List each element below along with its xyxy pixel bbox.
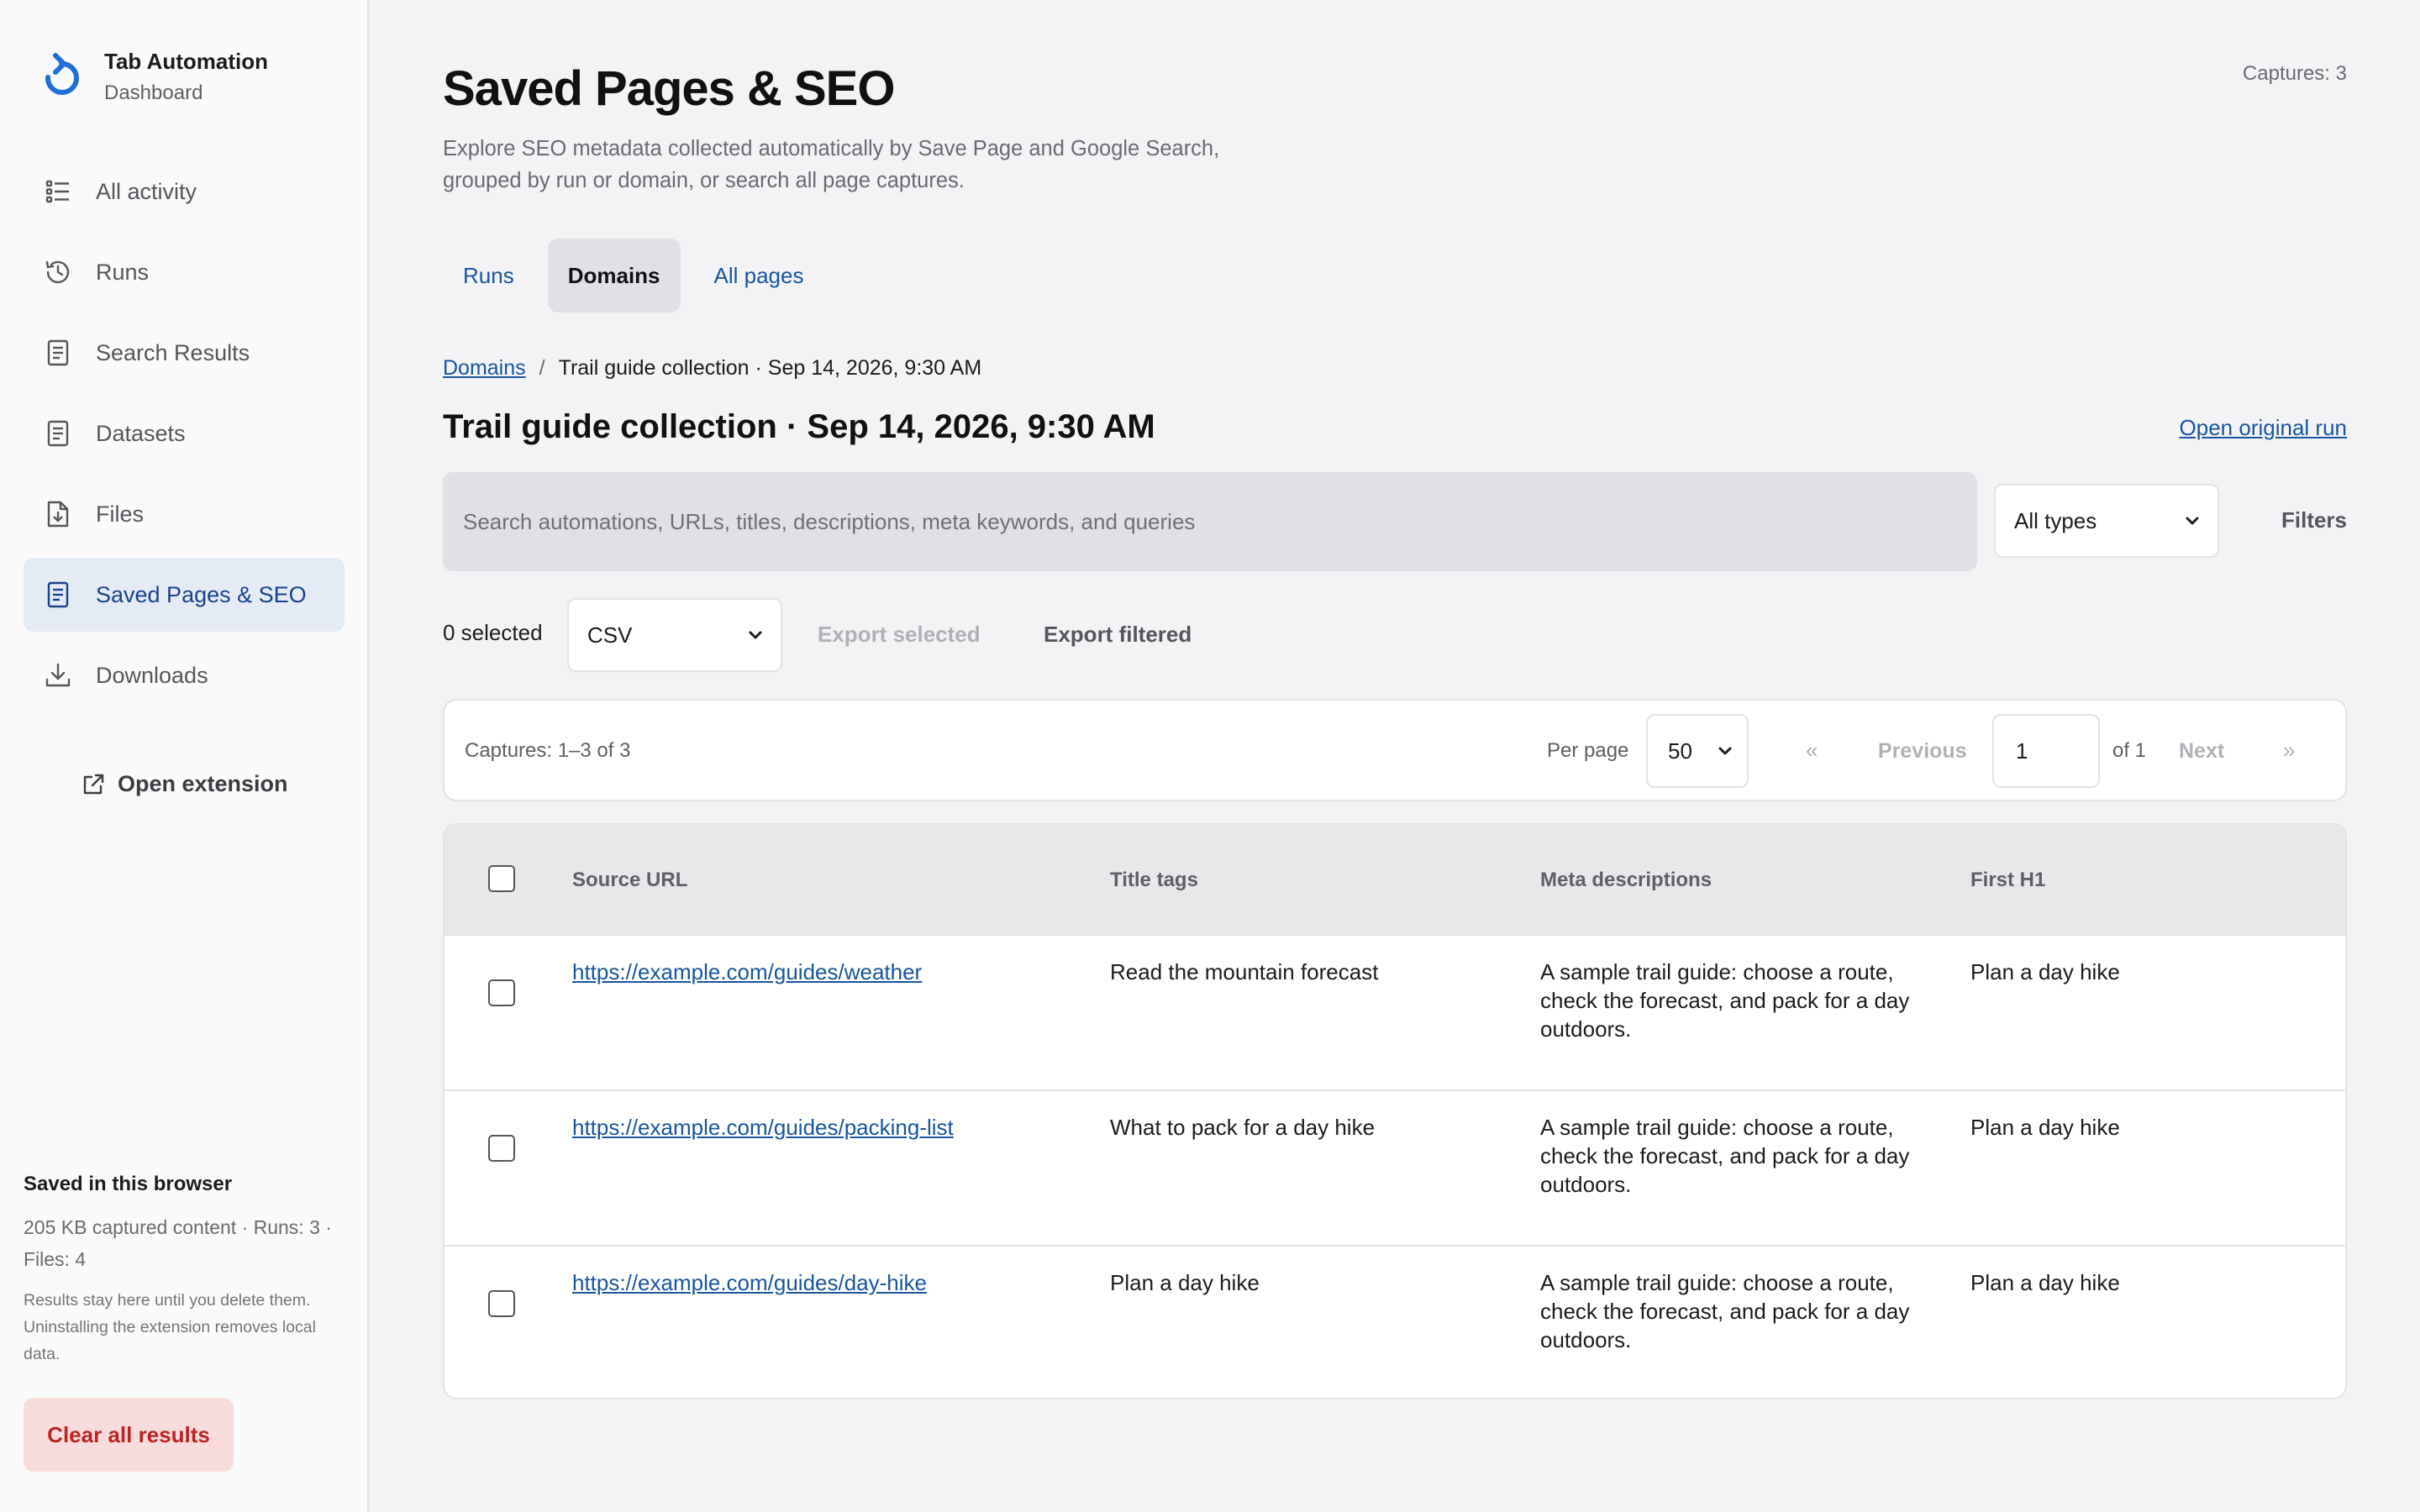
export-format-value: CSV [587, 622, 633, 648]
history-icon [45, 260, 70, 284]
row-checkbox[interactable] [488, 1290, 515, 1317]
per-page-select[interactable]: 50 [1646, 714, 1749, 788]
tab-all-pages[interactable]: All pages [694, 239, 824, 312]
page-title: Saved Pages & SEO [443, 61, 895, 116]
next-page-button[interactable]: Next [2179, 739, 2224, 764]
clear-all-results-button[interactable]: Clear all results [24, 1398, 234, 1472]
column-header-meta-descriptions[interactable]: Meta descriptions [1540, 869, 1712, 892]
open-extension-link[interactable]: Open extension [81, 771, 288, 797]
search-input[interactable] [443, 472, 1977, 571]
type-filter-value: All types [2014, 507, 2097, 533]
row-checkbox[interactable] [488, 1135, 515, 1162]
sidebar-item-label: Downloads [96, 662, 208, 688]
meta-description-cell: A sample trail guide: choose a route, ch… [1540, 1115, 1910, 1197]
column-header-source-url[interactable]: Source URL [572, 869, 687, 892]
source-url-link[interactable]: https://example.com/guides/packing-list [572, 1113, 954, 1142]
sidebar-item-label: Saved Pages & SEO [96, 581, 307, 607]
refresh-icon [45, 53, 79, 95]
storage-stats: 205 KB captured content · Runs: 3 · File… [24, 1216, 332, 1270]
table-row: https://example.com/guides/day-hike Plan… [445, 1245, 2345, 1398]
meta-description-cell: A sample trail guide: choose a route, ch… [1540, 959, 1910, 1042]
column-header-title-tags[interactable]: Title tags [1110, 869, 1198, 892]
breadcrumb-domains-link[interactable]: Domains [443, 356, 526, 381]
table-row: https://example.com/guides/packing-list … [445, 1089, 2345, 1245]
sidebar-item-label: Search Results [96, 339, 250, 365]
sidebar-item-downloads[interactable]: Downloads [24, 638, 345, 712]
row-checkbox[interactable] [488, 979, 515, 1006]
title-tag-cell: What to pack for a day hike [1110, 1115, 1376, 1140]
source-url-link[interactable]: https://example.com/guides/weather [572, 958, 922, 986]
open-extension-label: Open extension [118, 771, 288, 796]
title-tag-cell: Read the mountain forecast [1110, 959, 1379, 984]
breadcrumb-separator: / [539, 356, 545, 380]
per-page-value: 50 [1668, 738, 1692, 764]
document-icon [47, 420, 69, 447]
table-row: https://example.com/guides/weather Read … [445, 934, 2345, 1089]
storage-note: Results stay here until you delete them.… [24, 1291, 316, 1363]
sidebar-nav: All activity Runs Search Results Dataset… [24, 155, 345, 719]
document-icon [47, 581, 69, 608]
sidebar-item-datasets[interactable]: Datasets [24, 396, 345, 470]
type-filter-select[interactable]: All types [1994, 484, 2219, 558]
chevron-down-icon [2186, 517, 2199, 525]
download-icon [45, 663, 71, 687]
view-tabs: Runs Domains All pages [443, 239, 837, 312]
sidebar-item-label: Datasets [96, 420, 186, 446]
per-page-label: Per page [1547, 739, 1629, 762]
storage-info: Saved in this browser 205 KB captured co… [24, 1173, 351, 1368]
breadcrumb-current: Trail guide collection · Sep 14, 2026, 9… [558, 356, 982, 380]
brand: Tab Automation Dashboard [40, 47, 268, 108]
export-selected-button[interactable]: Export selected [818, 622, 981, 648]
app-subtitle: Dashboard [104, 81, 203, 104]
chevron-down-icon [1718, 747, 1732, 755]
last-page-button[interactable]: » [2283, 738, 2295, 764]
list-icon [45, 180, 69, 203]
document-icon [47, 339, 69, 366]
first-h1-cell: Plan a day hike [1970, 959, 2120, 984]
app-title: Tab Automation [104, 49, 268, 74]
storage-title: Saved in this browser [24, 1173, 233, 1195]
source-url-link[interactable]: https://example.com/guides/day-hike [572, 1268, 927, 1297]
table-header: Source URL Title tags Meta descriptions … [445, 825, 2345, 934]
sidebar: Tab Automation Dashboard All activity Ru… [0, 0, 369, 1512]
sidebar-item-all-activity[interactable]: All activity [24, 155, 345, 228]
breadcrumb: Domains / Trail guide collection · Sep 1… [443, 356, 981, 381]
file-download-icon [47, 501, 69, 528]
filters-button[interactable]: Filters [2281, 507, 2347, 533]
external-link-icon [83, 774, 104, 794]
column-header-first-h1[interactable]: First H1 [1970, 869, 2045, 892]
sidebar-item-runs[interactable]: Runs [24, 235, 345, 309]
sidebar-item-label: All activity [96, 178, 197, 204]
run-title: Trail guide collection · Sep 14, 2026, 9… [443, 408, 1155, 445]
page-total: of 1 [2112, 739, 2147, 762]
captures-count: Captures: 3 [2242, 62, 2347, 85]
pagination-info: Captures: 1–3 of 3 [465, 739, 631, 762]
tab-domains[interactable]: Domains [547, 239, 681, 312]
sidebar-item-search-results[interactable]: Search Results [24, 316, 345, 390]
first-h1-cell: Plan a day hike [1970, 1115, 2120, 1140]
first-page-button[interactable]: « [1806, 738, 1818, 764]
sidebar-item-label: Files [96, 501, 145, 527]
export-format-select[interactable]: CSV [567, 598, 782, 672]
tab-runs[interactable]: Runs [443, 239, 534, 312]
sidebar-item-saved-pages-seo[interactable]: Saved Pages & SEO [24, 558, 345, 632]
meta-description-cell: A sample trail guide: choose a route, ch… [1540, 1270, 1910, 1352]
select-all-checkbox[interactable] [488, 865, 515, 892]
page-description: Explore SEO metadata collected automatic… [443, 137, 1220, 192]
first-h1-cell: Plan a day hike [1970, 1270, 2120, 1295]
export-filtered-button[interactable]: Export filtered [1044, 622, 1192, 648]
chevron-down-icon [749, 631, 762, 639]
sidebar-item-label: Runs [96, 259, 150, 285]
page-number-input[interactable]: 1 [1992, 714, 2100, 788]
sidebar-item-files[interactable]: Files [24, 477, 345, 551]
previous-page-button[interactable]: Previous [1878, 739, 1967, 764]
open-original-run-link[interactable]: Open original run [2180, 415, 2347, 441]
title-tag-cell: Plan a day hike [1110, 1270, 1260, 1295]
pagination-bar: Captures: 1–3 of 3 Per page 50 « Previou… [443, 699, 2347, 801]
selected-count: 0 selected [443, 620, 543, 645]
captures-table: Source URL Title tags Meta descriptions … [443, 823, 2347, 1399]
